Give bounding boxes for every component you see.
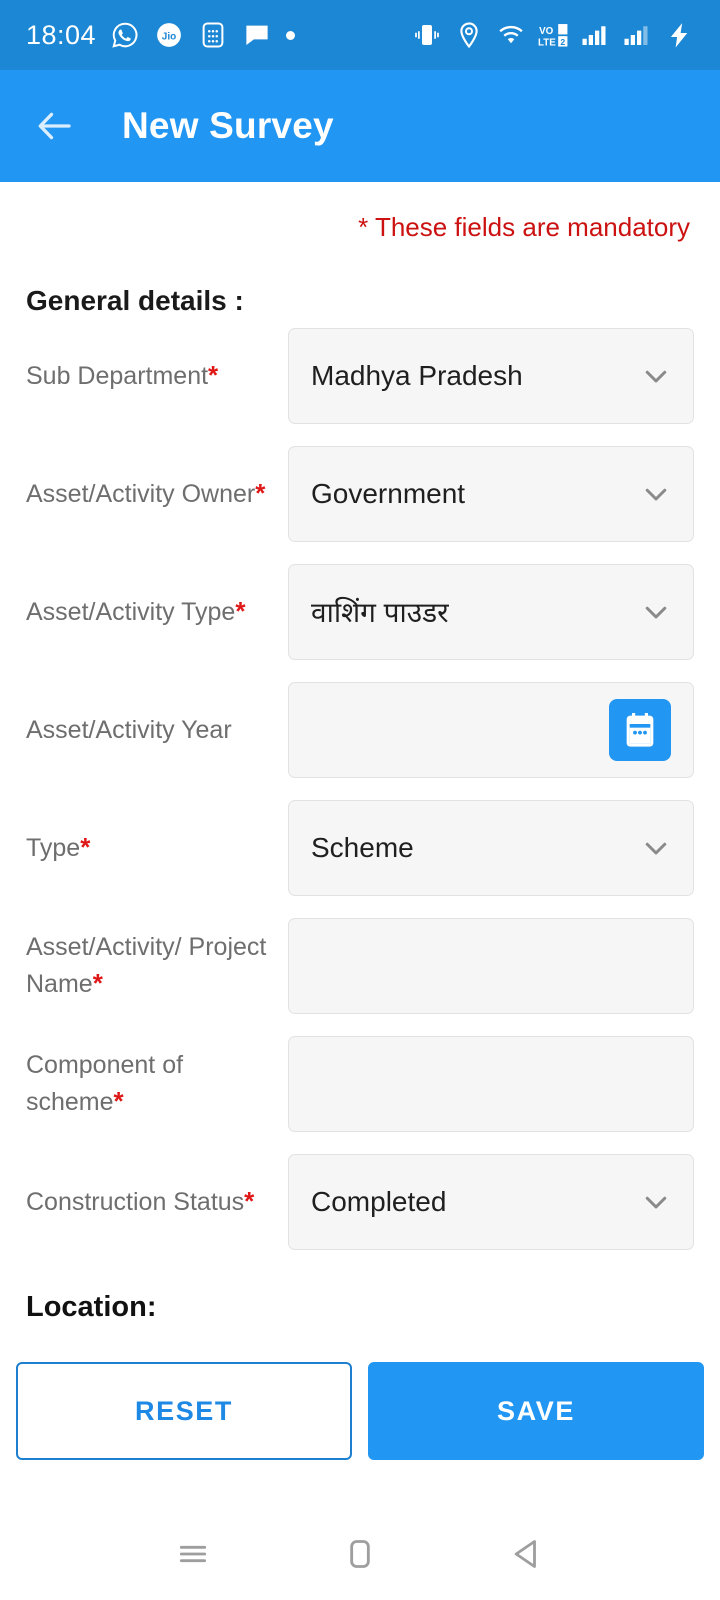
jio-icon: Jio bbox=[157, 23, 181, 47]
mandatory-note: * These fields are mandatory bbox=[358, 212, 690, 242]
chevron-down-icon bbox=[645, 842, 667, 855]
svg-text:VO: VO bbox=[539, 26, 554, 37]
required-asterisk: * bbox=[92, 968, 103, 999]
wifi-icon bbox=[499, 25, 523, 44]
charging-bolt-icon bbox=[670, 23, 688, 48]
dropdown-type[interactable]: Scheme bbox=[288, 800, 694, 896]
text-input-project-name[interactable] bbox=[288, 918, 694, 1014]
dropdown-asset-activity-type[interactable]: वाशिंग पाउडर bbox=[288, 564, 694, 660]
form-row-component-of-scheme: Component of scheme* bbox=[26, 1025, 694, 1143]
calculator-icon bbox=[202, 22, 224, 48]
svg-text:Jio: Jio bbox=[162, 31, 176, 42]
form-row-sub-department: Sub Department* Madhya Pradesh bbox=[26, 317, 694, 435]
signal-sim2-icon bbox=[624, 26, 648, 45]
dropdown-sub-department[interactable]: Madhya Pradesh bbox=[288, 328, 694, 424]
back-arrow-icon[interactable] bbox=[34, 105, 76, 147]
svg-text:2: 2 bbox=[560, 37, 565, 47]
field-label-construction-status: Construction Status* bbox=[26, 1186, 255, 1217]
field-label-asset-activity-type: Asset/Activity Type* bbox=[26, 596, 246, 627]
signal-sim1-icon bbox=[582, 26, 606, 45]
field-label-sub-department: Sub Department* bbox=[26, 360, 219, 391]
field-label-project-name: Asset/Activity/ Project Name* bbox=[26, 933, 267, 999]
field-label-type: Type* bbox=[26, 832, 91, 863]
chevron-down-icon bbox=[645, 1196, 667, 1209]
phone-screen: 18:04 Jio VO LTE 2 New Survey * These fi… bbox=[0, 0, 720, 1600]
status-bar: 18:04 Jio VO LTE 2 bbox=[0, 0, 720, 70]
system-navigation-bar bbox=[0, 1508, 720, 1600]
required-asterisk: * bbox=[208, 360, 219, 391]
field-label-asset-activity-owner: Asset/Activity Owner* bbox=[26, 478, 266, 509]
reset-button[interactable]: RESET bbox=[16, 1362, 352, 1460]
dropdown-value-type: Scheme bbox=[311, 832, 414, 863]
dropdown-value-construction-status: Completed bbox=[311, 1186, 447, 1217]
whatsapp-icon bbox=[112, 22, 138, 48]
chevron-down-icon bbox=[645, 606, 667, 619]
field-label-component-of-scheme: Component of scheme* bbox=[26, 1051, 184, 1117]
dropdown-value-asset-activity-owner: Government bbox=[311, 478, 466, 509]
section-title-general-details: General details : bbox=[26, 285, 244, 316]
form-content: * These fields are mandatory General det… bbox=[0, 212, 720, 1324]
dropdown-value-sub-department: Madhya Pradesh bbox=[311, 360, 523, 391]
location-icon bbox=[460, 22, 478, 49]
form-row-construction-status: Construction Status* Completed bbox=[26, 1143, 694, 1261]
status-bar-right: VO LTE 2 bbox=[412, 20, 694, 50]
status-bar-left: 18:04 Jio bbox=[26, 19, 296, 51]
date-field-asset-activity-year[interactable] bbox=[288, 682, 694, 778]
vibrate-icon bbox=[415, 25, 439, 45]
dot-indicator bbox=[286, 30, 296, 40]
form-row-asset-activity-owner: Asset/Activity Owner* Government bbox=[26, 435, 694, 553]
status-bar-clock: 18:04 bbox=[26, 19, 97, 50]
form-row-asset-activity-year: Asset/Activity Year bbox=[26, 671, 694, 789]
required-asterisk: * bbox=[244, 1186, 255, 1217]
form-row-project-name: Asset/Activity/ Project Name* bbox=[26, 907, 694, 1025]
field-label-asset-activity-year: Asset/Activity Year bbox=[26, 715, 232, 744]
dropdown-value-asset-activity-type: वाशिंग पाउडर bbox=[311, 597, 449, 628]
volte-icon: VO LTE 2 bbox=[538, 24, 568, 48]
form-row-asset-activity-type: Asset/Activity Type* वाशिंग पाउडर bbox=[26, 553, 694, 671]
page-title: New Survey bbox=[122, 105, 334, 146]
save-button[interactable]: SAVE bbox=[368, 1362, 704, 1460]
required-asterisk: * bbox=[113, 1086, 124, 1117]
message-icon bbox=[246, 25, 268, 45]
app-bar: New Survey bbox=[0, 70, 720, 182]
home-square-icon[interactable] bbox=[340, 1534, 380, 1574]
recents-menu-icon[interactable] bbox=[173, 1534, 213, 1574]
form-row-type: Type* Scheme bbox=[26, 789, 694, 907]
required-asterisk: * bbox=[255, 478, 266, 509]
chevron-down-icon bbox=[645, 488, 667, 501]
section-title-location: Location: bbox=[26, 1291, 157, 1323]
required-asterisk: * bbox=[235, 596, 246, 627]
dropdown-asset-activity-owner[interactable]: Government bbox=[288, 446, 694, 542]
required-asterisk: * bbox=[80, 832, 91, 863]
svg-text:LTE: LTE bbox=[538, 37, 556, 48]
text-input-component-of-scheme[interactable] bbox=[288, 1036, 694, 1132]
calendar-picker-button[interactable] bbox=[609, 699, 671, 761]
calendar-icon bbox=[626, 713, 654, 747]
dropdown-construction-status[interactable]: Completed bbox=[288, 1154, 694, 1250]
action-bar: RESET SAVE bbox=[0, 1362, 720, 1460]
chevron-down-icon bbox=[645, 370, 667, 383]
back-triangle-icon[interactable] bbox=[507, 1534, 547, 1574]
